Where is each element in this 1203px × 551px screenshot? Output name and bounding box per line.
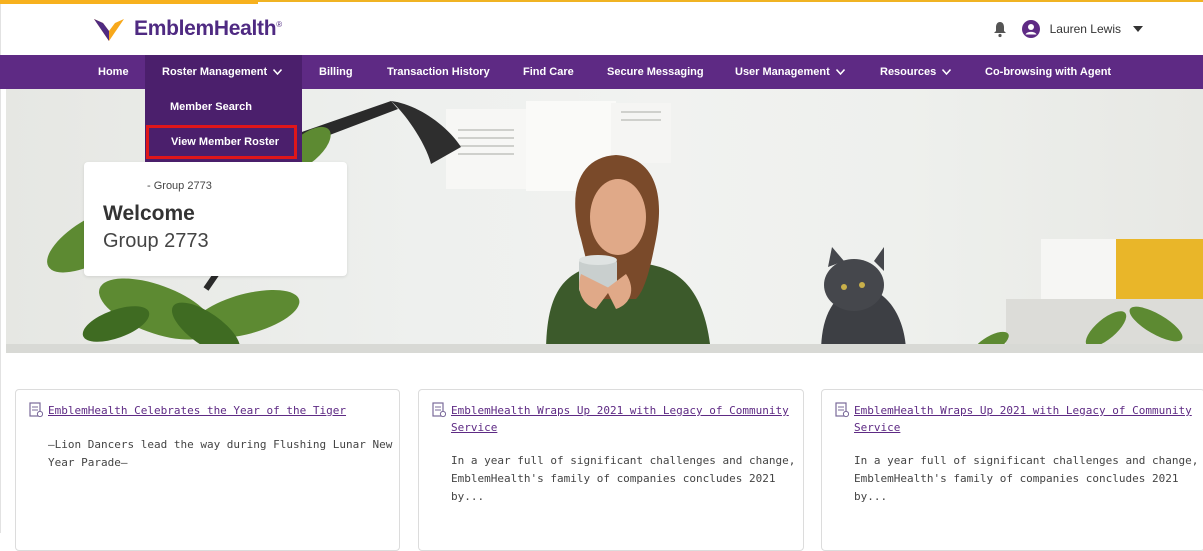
news-summary: In a year full of significant challenges… bbox=[451, 454, 796, 503]
news-title-link[interactable]: EmblemHealth Wraps Up 2021 with Legacy o… bbox=[451, 402, 789, 436]
logo-mark-icon bbox=[94, 19, 124, 41]
nav-resources-label: Resources bbox=[880, 66, 937, 78]
nav-secure-messaging-label: Secure Messaging bbox=[607, 66, 704, 78]
news-title-link[interactable]: EmblemHealth Wraps Up 2021 with Legacy o… bbox=[854, 402, 1192, 436]
nav-billing[interactable]: Billing bbox=[319, 55, 353, 89]
nav-home-label: Home bbox=[98, 66, 129, 78]
bell-icon[interactable] bbox=[992, 20, 1008, 38]
nav-roster-management[interactable]: Roster Management bbox=[145, 55, 302, 89]
article-icon bbox=[835, 402, 849, 418]
news-summary: —Lion Dancers lead the way during Flushi… bbox=[48, 438, 393, 469]
article-icon bbox=[29, 402, 43, 418]
nav-find-care-label: Find Care bbox=[523, 66, 574, 78]
nav-find-care[interactable]: Find Care bbox=[523, 55, 574, 89]
dropdown-view-member-roster[interactable]: View Member Roster bbox=[146, 125, 297, 159]
nav-co-browsing-label: Co-browsing with Agent bbox=[985, 66, 1112, 78]
dropdown-member-search[interactable]: Member Search bbox=[145, 91, 302, 123]
nav-billing-label: Billing bbox=[319, 66, 353, 78]
welcome-card: - Group 2773 Welcome Group 2773 bbox=[84, 162, 347, 276]
news-card: EmblemHealth Wraps Up 2021 with Legacy o… bbox=[418, 389, 804, 551]
user-menu: Lauren Lewis bbox=[992, 20, 1143, 38]
main-nav: Home Roster Management Billing Transacti… bbox=[0, 55, 1203, 89]
nav-resources[interactable]: Resources bbox=[880, 55, 952, 89]
roster-management-dropdown: Member Search View Member Roster bbox=[145, 89, 302, 171]
nav-transaction-history[interactable]: Transaction History bbox=[387, 55, 490, 89]
article-icon bbox=[432, 402, 446, 418]
welcome-subtitle: - Group 2773 bbox=[147, 180, 212, 192]
nav-secure-messaging[interactable]: Secure Messaging bbox=[607, 55, 704, 89]
nav-co-browsing[interactable]: Co-browsing with Agent bbox=[985, 55, 1111, 89]
welcome-group-name: Group 2773 bbox=[103, 230, 209, 252]
chevron-down-icon bbox=[835, 69, 845, 76]
user-name[interactable]: Lauren Lewis bbox=[1050, 22, 1121, 36]
user-avatar-icon[interactable] bbox=[1021, 20, 1040, 38]
brand-name: EmblemHealth® bbox=[134, 17, 282, 40]
news-summary: In a year full of significant challenges… bbox=[854, 454, 1199, 503]
nav-transaction-label: Transaction History bbox=[387, 66, 490, 78]
nav-roster-label: Roster Management bbox=[162, 66, 268, 78]
welcome-title: Welcome bbox=[103, 202, 195, 225]
nav-user-management[interactable]: User Management bbox=[735, 55, 845, 89]
caret-down-icon[interactable] bbox=[1133, 25, 1143, 33]
active-tab-indicator bbox=[0, 0, 258, 4]
chevron-down-icon bbox=[942, 69, 952, 76]
news-card: EmblemHealth Celebrates the Year of the … bbox=[15, 389, 400, 551]
news-card: EmblemHealth Wraps Up 2021 with Legacy o… bbox=[821, 389, 1203, 551]
nav-home[interactable]: Home bbox=[98, 55, 129, 89]
news-title-link[interactable]: EmblemHealth Celebrates the Year of the … bbox=[48, 402, 346, 419]
nav-user-management-label: User Management bbox=[735, 66, 830, 78]
brand-logo[interactable]: EmblemHealth® bbox=[92, 12, 282, 46]
chevron-down-icon bbox=[273, 69, 283, 76]
